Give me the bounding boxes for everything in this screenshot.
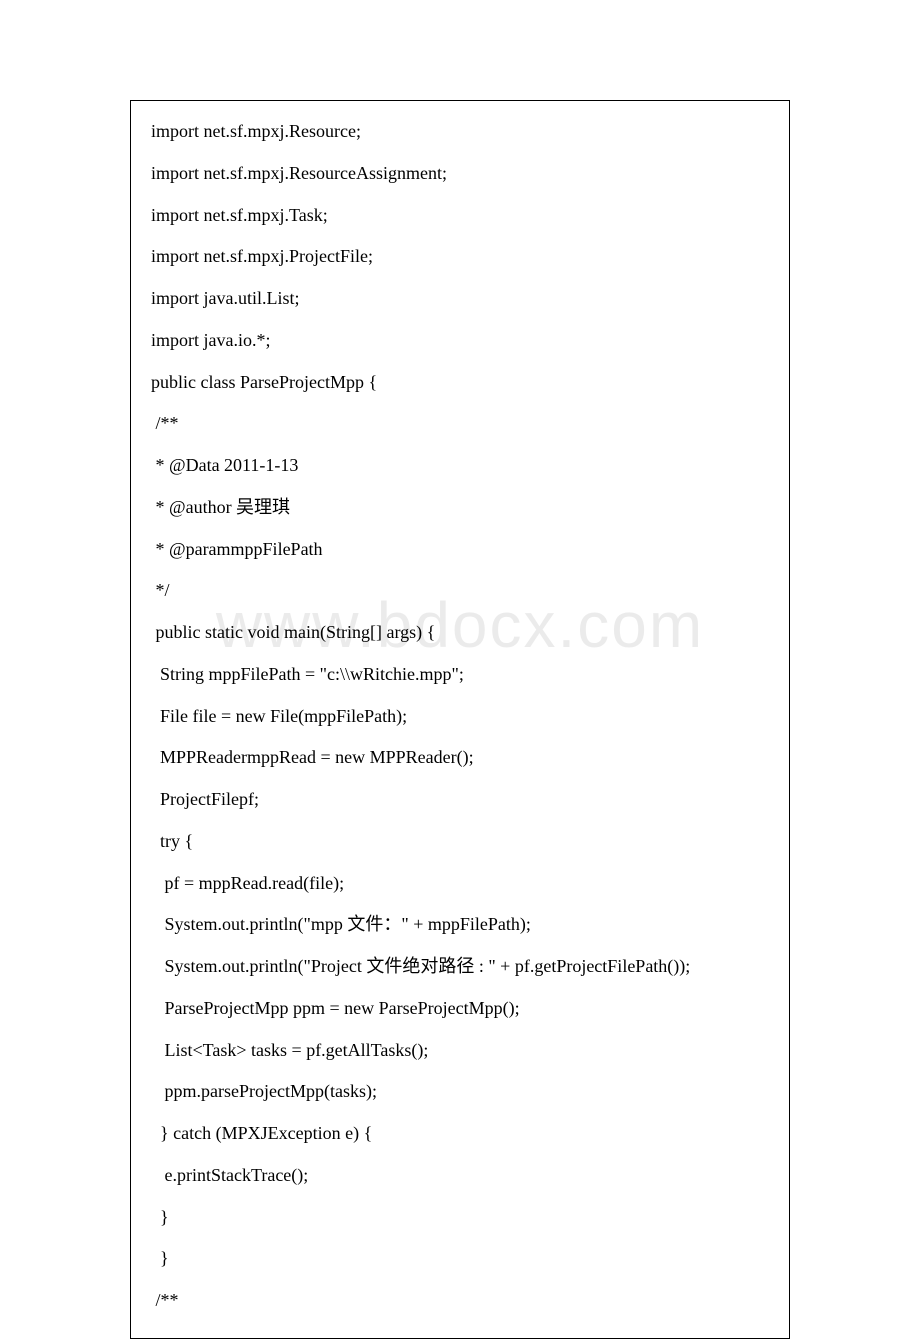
code-block: import net.sf.mpxj.Resource; import net.… <box>130 100 790 1339</box>
code-line: String mppFilePath = "c:\\wRitchie.mpp"; <box>151 654 769 696</box>
code-line: import net.sf.mpxj.ResourceAssignment; <box>151 153 769 195</box>
code-line: */ <box>151 570 769 612</box>
code-line: import net.sf.mpxj.Resource; <box>151 111 769 153</box>
code-line: /** <box>151 1280 769 1322</box>
code-line: * @author 吴理琪 <box>151 487 769 529</box>
code-line: } <box>151 1238 769 1280</box>
code-line: File file = new File(mppFilePath); <box>151 696 769 738</box>
code-line: import java.io.*; <box>151 320 769 362</box>
code-line: * @parammppFilePath <box>151 529 769 571</box>
code-line: ProjectFilepf; <box>151 779 769 821</box>
code-line: import java.util.List; <box>151 278 769 320</box>
code-line: e.printStackTrace(); <box>151 1155 769 1197</box>
code-line: } catch (MPXJException e) { <box>151 1113 769 1155</box>
code-line: public class ParseProjectMpp { <box>151 362 769 404</box>
code-line: pf = mppRead.read(file); <box>151 863 769 905</box>
code-line: ParseProjectMpp ppm = new ParseProjectMp… <box>151 988 769 1030</box>
code-line: import net.sf.mpxj.ProjectFile; <box>151 236 769 278</box>
code-line: try { <box>151 821 769 863</box>
code-line: * @Data 2011-1-13 <box>151 445 769 487</box>
code-line: /** <box>151 403 769 445</box>
code-line: System.out.println("mpp 文件：" + mppFilePa… <box>151 904 769 946</box>
code-line: System.out.println("Project 文件绝对路径 : " +… <box>151 946 769 988</box>
code-line: } <box>151 1197 769 1239</box>
code-line: MPPReadermppRead = new MPPReader(); <box>151 737 769 779</box>
code-line: import net.sf.mpxj.Task; <box>151 195 769 237</box>
code-line: public static void main(String[] args) { <box>151 612 769 654</box>
code-line: List<Task> tasks = pf.getAllTasks(); <box>151 1030 769 1072</box>
code-line: ppm.parseProjectMpp(tasks); <box>151 1071 769 1113</box>
document-page: www.bdocx.com import net.sf.mpxj.Resourc… <box>0 0 920 1302</box>
